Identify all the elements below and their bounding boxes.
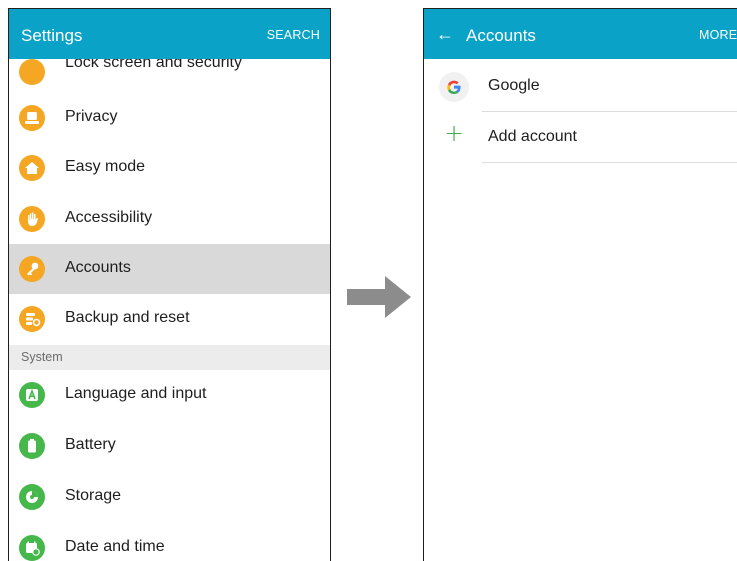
page-title: Settings [21,26,83,45]
accessibility-hand-icon [19,206,45,232]
settings-item-date-time[interactable]: Date and time [9,523,330,561]
settings-item-label: Privacy [65,108,118,125]
settings-item-label: Battery [65,436,116,453]
settings-item-accounts[interactable]: Accounts [9,244,330,294]
lock-icon [19,59,45,85]
settings-item-privacy[interactable]: Privacy [9,93,330,143]
settings-screen: Lock screen and security Privacy Easy mo… [8,8,331,561]
settings-item-label: Storage [65,487,122,504]
settings-item-accessibility[interactable]: Accessibility [9,194,330,244]
tutorial-stage: Lock screen and security Privacy Easy mo… [0,0,737,561]
settings-app-bar: Settings SEARCH [9,9,330,59]
settings-item-label: Date and time [65,538,165,555]
settings-item-language-input[interactable]: Language and input [9,370,330,420]
account-item-label: Add account [488,128,577,145]
more-button[interactable]: MORE [699,28,737,42]
language-icon [19,382,45,408]
settings-item-easy-mode[interactable]: Easy mode [9,143,330,193]
accounts-screen: ← Accounts MORE Google + Add account [423,8,737,561]
section-header-label: System [21,350,63,364]
flow-arrow-icon [347,276,411,323]
add-account-item[interactable]: + Add account [424,112,737,163]
account-item-label: Google [488,77,540,94]
account-item-google[interactable]: Google [424,61,737,112]
settings-item-label: Language and input [65,385,207,402]
settings-item-label: Easy mode [65,158,146,175]
back-arrow-icon[interactable]: ← [436,25,454,43]
settings-item-storage[interactable]: Storage [9,472,330,522]
page-title: Accounts [466,26,536,45]
privacy-icon [19,105,45,131]
battery-icon [19,433,45,459]
storage-icon [19,484,45,510]
settings-item-battery[interactable]: Battery [9,421,330,471]
settings-item-backup-reset[interactable]: Backup and reset [9,294,330,344]
settings-item-label: Accessibility [65,209,153,226]
settings-item-label: Backup and reset [65,309,190,326]
backup-icon [19,306,45,332]
section-header-system: System [9,345,330,370]
accounts-app-bar: ← Accounts MORE [424,9,737,59]
calendar-clock-icon [19,535,45,561]
accounts-key-icon [19,256,45,282]
plus-icon: + [444,119,465,147]
easy-mode-home-icon [19,155,45,181]
settings-item-label: Accounts [65,259,131,276]
search-button[interactable]: SEARCH [267,28,320,42]
list-divider [482,162,737,163]
google-icon [439,72,469,102]
